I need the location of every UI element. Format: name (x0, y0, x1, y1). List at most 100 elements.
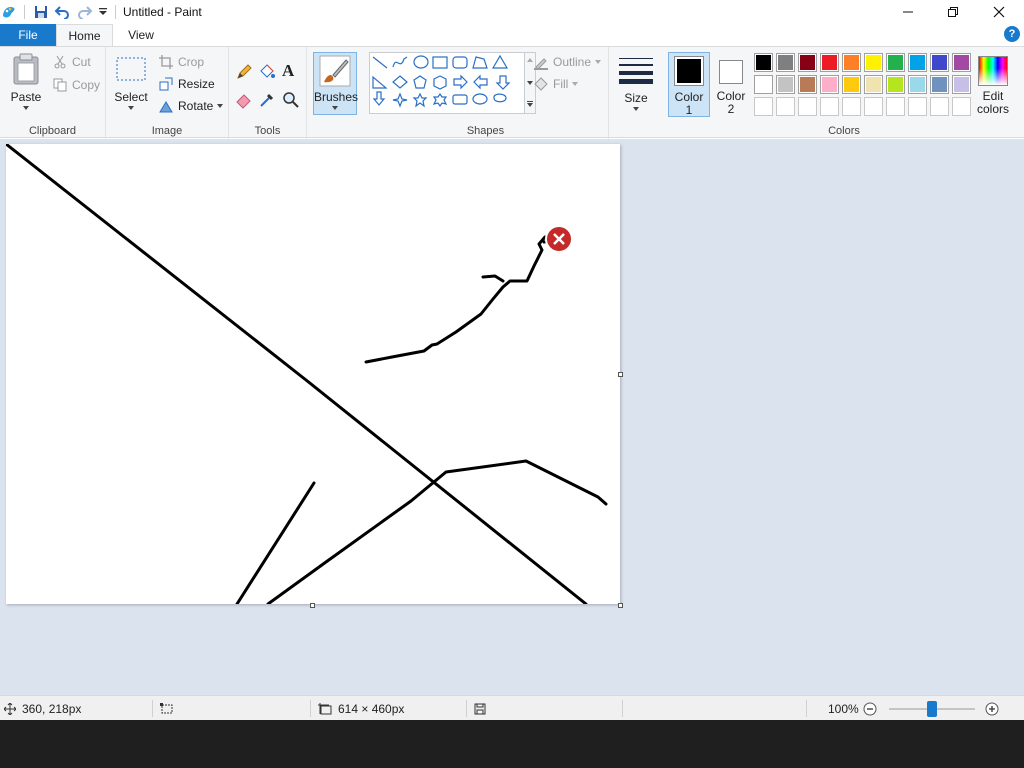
color-swatch[interactable] (798, 53, 817, 72)
tab-view[interactable]: View (113, 24, 169, 46)
undo-icon[interactable] (53, 3, 71, 21)
color-swatch[interactable] (820, 97, 839, 116)
text-tool[interactable]: A (282, 61, 300, 81)
color-swatch[interactable] (864, 53, 883, 72)
close-button[interactable] (976, 0, 1022, 24)
canvas-workspace (0, 139, 1024, 695)
chevron-down-icon (23, 106, 29, 110)
color1-button[interactable]: Color 1 (668, 52, 710, 117)
minimize-button[interactable] (885, 0, 931, 24)
color-swatch[interactable] (952, 75, 971, 94)
color-swatch-fill (910, 99, 925, 114)
color-swatch[interactable] (820, 53, 839, 72)
zoom-out-button[interactable] (863, 702, 877, 716)
customize-qat-icon[interactable] (97, 3, 109, 21)
cut-button[interactable]: Cut (52, 53, 91, 71)
color-swatch[interactable] (798, 75, 817, 94)
taskbar (0, 720, 1024, 768)
select-button[interactable]: Select (112, 51, 150, 113)
clipboard-group-label: Clipboard (28, 125, 77, 137)
stroke-lower-curve (266, 459, 608, 606)
resize-handle-bottom[interactable] (310, 603, 315, 608)
color-swatch[interactable] (754, 97, 773, 116)
color-swatch[interactable] (776, 75, 795, 94)
zoom-slider-track[interactable] (889, 701, 975, 717)
color-swatch[interactable] (908, 75, 927, 94)
eraser-tool[interactable] (235, 91, 253, 109)
tab-home[interactable]: Home (56, 24, 113, 46)
redo-icon[interactable] (76, 3, 94, 21)
color-swatch[interactable] (776, 53, 795, 72)
color-swatch-fill (844, 55, 859, 70)
shapes-gallery-icons[interactable] (370, 53, 526, 115)
rotate-button[interactable]: Rotate (158, 97, 224, 115)
size-group: Size (609, 47, 664, 139)
drawing-canvas[interactable] (4, 142, 620, 606)
fill-button[interactable]: Fill (533, 75, 579, 93)
canvas-size-readout: 614 × 460px (318, 696, 404, 721)
pencil-tool[interactable] (235, 63, 253, 81)
edit-colors-label-line1: Edit (982, 89, 1004, 103)
color-swatch[interactable] (930, 97, 949, 116)
color-swatch[interactable] (886, 75, 905, 94)
color2-button[interactable]: Color 2 (712, 52, 752, 117)
color-swatch[interactable] (930, 53, 949, 72)
color-swatch[interactable] (886, 53, 905, 72)
color2-label-line2: 2 (727, 102, 735, 116)
resize-button[interactable]: Resize (158, 75, 215, 93)
color-swatch[interactable] (886, 97, 905, 116)
zoom-slider-thumb[interactable] (927, 701, 937, 717)
color-swatch[interactable] (820, 75, 839, 94)
edit-colors-button[interactable]: Edit colors (974, 52, 1014, 117)
color-swatch[interactable] (842, 75, 861, 94)
paste-button[interactable]: Paste (6, 51, 46, 113)
scissors-icon (52, 54, 68, 70)
color-swatch[interactable] (908, 53, 927, 72)
color-swatch-fill (910, 55, 925, 70)
magnifier-tool[interactable] (282, 91, 300, 109)
brushes-label: Brushes (314, 90, 359, 104)
crop-button[interactable]: Crop (158, 53, 204, 71)
color-swatch-fill (866, 77, 881, 92)
zoom-in-button[interactable] (985, 702, 999, 716)
color-swatch[interactable] (952, 53, 971, 72)
edit-colors-label-line2: colors (976, 102, 1009, 116)
color-swatch[interactable] (952, 97, 971, 116)
outline-button[interactable]: Outline (533, 53, 602, 71)
fill-label: Fill (553, 77, 569, 91)
zoom-in-icon (985, 702, 999, 716)
status-bar: 360, 218px 614 × 460px 100% (0, 695, 1024, 720)
restore-icon (948, 7, 958, 17)
color-picker-tool[interactable] (258, 91, 276, 109)
color-swatch[interactable] (754, 53, 773, 72)
save-icon[interactable] (32, 3, 50, 21)
color-swatch[interactable] (754, 75, 773, 94)
selection-icon (116, 57, 146, 81)
ribbon: Paste Cut Copy Clipboard Select Crop Res… (0, 46, 1024, 139)
paint-app-icon[interactable] (0, 3, 18, 21)
tab-file[interactable]: File (0, 24, 56, 46)
color-swatch[interactable] (842, 97, 861, 116)
help-button[interactable]: ? (1004, 26, 1020, 42)
resize-handle-right[interactable] (618, 372, 623, 377)
shapes-gallery (369, 52, 525, 114)
copy-button[interactable]: Copy (52, 76, 100, 94)
color-swatch[interactable] (776, 97, 795, 116)
brushes-button[interactable]: Brushes (313, 52, 359, 115)
size-button[interactable]: Size (615, 52, 657, 114)
color-swatch[interactable] (864, 97, 883, 116)
color-swatch[interactable] (930, 75, 949, 94)
color-swatch-fill (800, 77, 815, 92)
color2-label-line1: Color (716, 89, 746, 103)
color-swatch[interactable] (842, 53, 861, 72)
color-swatch[interactable] (864, 75, 883, 94)
maximize-button[interactable] (930, 0, 976, 24)
chevron-down-icon (633, 107, 639, 111)
resize-handle-corner[interactable] (618, 603, 623, 608)
color-swatch[interactable] (798, 97, 817, 116)
clipboard-group: Paste Cut Copy Clipboard (0, 47, 106, 139)
color-swatch-fill (888, 77, 903, 92)
color-swatch[interactable] (908, 97, 927, 116)
fill-tool[interactable] (258, 63, 276, 81)
selection-size-readout (160, 696, 180, 721)
